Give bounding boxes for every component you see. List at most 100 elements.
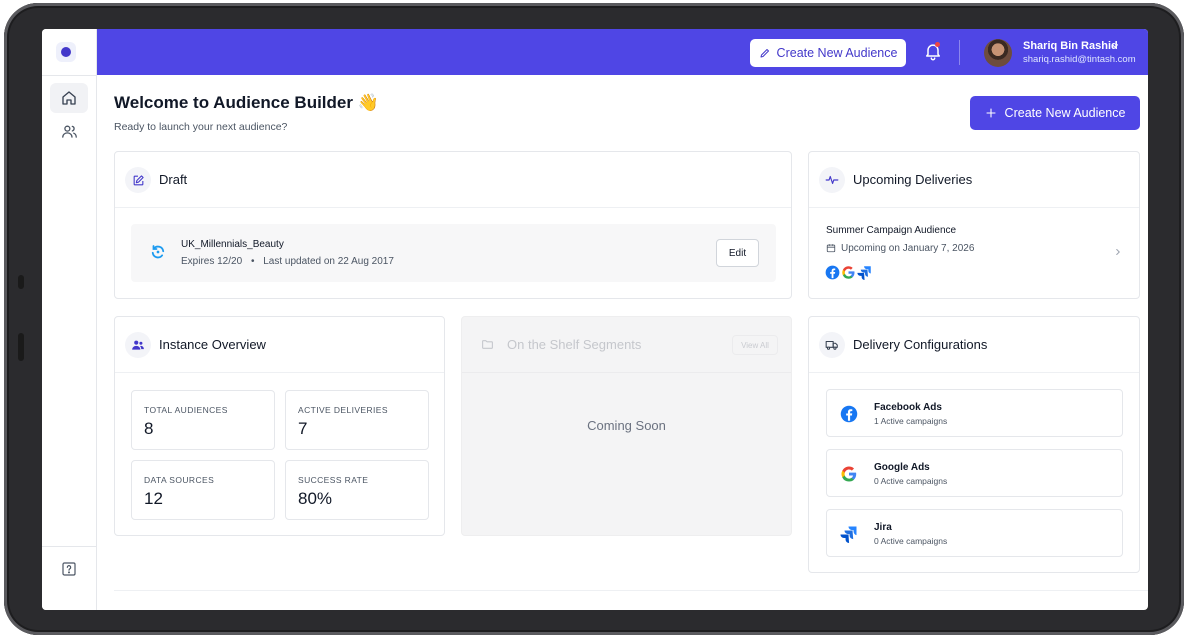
meta-dot: • — [250, 256, 255, 267]
overview-title: Instance Overview — [159, 337, 266, 352]
facebook-icon — [825, 265, 840, 280]
draft-name: UK_Millennials_Beauty — [181, 239, 284, 250]
overview-icon-wrap — [125, 332, 151, 358]
activity-icon — [825, 175, 839, 185]
sidebar — [42, 29, 97, 610]
bottom-divider — [114, 590, 1148, 591]
draft-card-header: Draft — [115, 152, 791, 208]
create-audience-button[interactable]: Create New Audience — [970, 96, 1140, 130]
delivery-item-jira[interactable]: Jira 0 Active campaigns — [826, 509, 1123, 557]
user-name[interactable]: Shariq Bin Rashid — [1023, 40, 1118, 52]
stat-label: SUCCESS RATE — [298, 475, 369, 485]
delivery-item-sub: 0 Active campaigns — [874, 536, 948, 546]
stat-total-audiences: TOTAL AUDIENCES 8 — [131, 390, 275, 450]
upcoming-deliveries-card: Upcoming Deliveries Summer Campaign Audi… — [808, 151, 1140, 299]
delivery-item-facebook[interactable]: Facebook Ads 1 Active campaigns — [826, 389, 1123, 437]
stat-label: ACTIVE DELIVERIES — [298, 405, 388, 415]
page-subtitle: Ready to launch your next audience? — [114, 121, 288, 133]
instance-overview-card: Instance Overview TOTAL AUDIENCES 8 ACTI… — [114, 316, 445, 536]
stat-value: 8 — [144, 419, 154, 438]
draft-meta: Expires 12/20 • Last updated on 22 Aug 2… — [181, 256, 394, 267]
sidebar-divider — [42, 75, 97, 76]
draft-card: Draft UK_Millennials_Beauty Expires 12/2… — [114, 151, 792, 299]
stat-label: TOTAL AUDIENCES — [144, 405, 228, 415]
app-screen: Create New Audience Shariq Bin Rashid sh… — [42, 29, 1148, 610]
facebook-logo — [839, 404, 859, 424]
header-create-label: Create New Audience — [776, 46, 898, 60]
delivery-configurations-card: Delivery Configurations Facebook Ads 1 A… — [808, 316, 1140, 573]
users-icon — [61, 125, 77, 138]
chevron-down-icon[interactable] — [1110, 41, 1120, 51]
draft-icon-wrap — [125, 167, 151, 193]
sync-icon — [151, 245, 165, 259]
upcoming-title: Upcoming Deliveries — [853, 172, 973, 187]
upcoming-card-header: Upcoming Deliveries — [809, 152, 1139, 208]
page-title: Welcome to Audience Builder 👋 — [114, 93, 379, 112]
google-icon — [842, 266, 855, 279]
upcoming-platform-icons — [825, 265, 872, 280]
help-icon — [62, 562, 76, 576]
avatar[interactable] — [984, 39, 1012, 67]
upcoming-item-name[interactable]: Summer Campaign Audience — [826, 225, 956, 236]
team-icon — [132, 340, 144, 350]
delivery-item-sub: 1 Active campaigns — [874, 416, 948, 426]
delivery-item-name: Facebook Ads — [874, 402, 942, 413]
bell-icon[interactable] — [923, 41, 943, 61]
delivery-card-header: Delivery Configurations — [809, 317, 1139, 373]
delivery-icon-wrap — [819, 332, 845, 358]
delivery-title: Delivery Configurations — [853, 337, 988, 352]
draft-updated: Last updated on 22 Aug 2017 — [263, 256, 394, 267]
edit-icon — [133, 174, 144, 185]
delivery-item-name: Jira — [874, 522, 892, 533]
stat-label: DATA SOURCES — [144, 475, 215, 485]
view-all-button[interactable]: View All — [732, 335, 778, 355]
stat-success-rate: SUCCESS RATE 80% — [285, 460, 429, 520]
calendar-icon — [826, 244, 836, 253]
home-icon — [62, 91, 76, 105]
google-icon — [841, 466, 857, 482]
coming-soon-text: Coming Soon — [587, 418, 666, 433]
stat-data-sources: DATA SOURCES 12 — [131, 460, 275, 520]
shelf-title: On the Shelf Segments — [507, 337, 642, 352]
stat-value: 80% — [298, 489, 333, 508]
plus-icon — [985, 108, 996, 118]
delivery-item-sub: 0 Active campaigns — [874, 476, 948, 486]
google-logo — [839, 464, 859, 484]
header-create-audience-button[interactable]: Create New Audience — [750, 39, 906, 67]
sidebar-item-home[interactable] — [50, 83, 88, 113]
user-email: shariq.rashid@tintash.com — [1023, 54, 1136, 65]
top-header: Create New Audience Shariq Bin Rashid sh… — [97, 29, 1148, 75]
truck-icon — [825, 340, 838, 350]
draft-item[interactable]: UK_Millennials_Beauty Expires 12/20 • La… — [131, 224, 776, 282]
camera-dot — [18, 275, 24, 289]
folder-icon — [482, 340, 493, 349]
sidebar-item-help[interactable] — [50, 554, 88, 584]
stat-active-deliveries: ACTIVE DELIVERIES 7 — [285, 390, 429, 450]
jira-icon — [857, 266, 871, 280]
sensor-dot — [18, 333, 24, 361]
upcoming-item-date: Upcoming on January 7, 2026 — [841, 243, 975, 254]
app-logo[interactable] — [56, 42, 76, 62]
sidebar-divider-bottom — [42, 546, 97, 547]
facebook-icon — [840, 405, 858, 423]
upcoming-icon-wrap — [819, 167, 845, 193]
shelf-segments-card: On the Shelf Segments View All Coming So… — [461, 316, 792, 536]
header-separator — [959, 40, 960, 65]
notification-badge — [935, 42, 940, 47]
overview-card-header: Instance Overview — [115, 317, 444, 373]
logo-dot — [61, 47, 71, 57]
jira-logo — [839, 524, 859, 544]
edit-button[interactable]: Edit — [716, 239, 759, 267]
draft-title: Draft — [159, 172, 188, 187]
sidebar-item-audiences[interactable] — [50, 116, 88, 146]
draft-expires: Expires 12/20 — [181, 256, 243, 267]
delivery-item-google[interactable]: Google Ads 0 Active campaigns — [826, 449, 1123, 497]
jira-icon — [840, 526, 857, 543]
chevron-right-icon[interactable] — [1113, 247, 1123, 257]
shelf-card-header: On the Shelf Segments View All — [462, 317, 791, 373]
create-audience-label: Create New Audience — [1004, 106, 1126, 120]
delivery-item-name: Google Ads — [874, 462, 930, 473]
stat-value: 7 — [298, 419, 308, 438]
pencil-icon — [760, 49, 769, 58]
stat-value: 12 — [144, 489, 163, 508]
